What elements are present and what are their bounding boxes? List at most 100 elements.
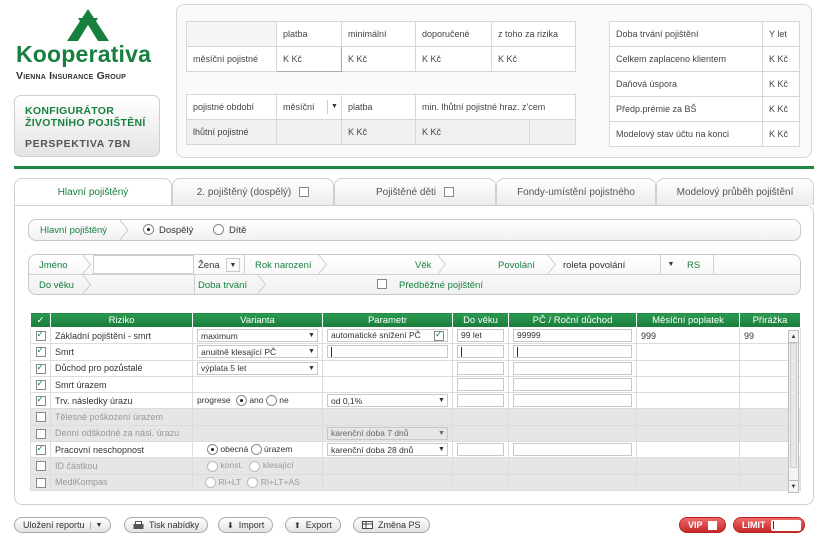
rs-label: RS — [687, 260, 701, 271]
pc-input[interactable] — [513, 378, 632, 392]
povolani-select[interactable]: roleta povolání — [563, 260, 625, 271]
tax-saving-label: Daňová úspora — [609, 71, 763, 97]
param-select[interactable]: karenční doba 7 dnů ▼ — [327, 426, 448, 440]
rok-narozeni-input[interactable] — [329, 255, 401, 274]
row-checkbox[interactable] — [35, 345, 46, 358]
scroll-thumb[interactable] — [790, 343, 797, 468]
radio-ne[interactable] — [265, 395, 277, 407]
pc-input[interactable]: 99999 — [513, 329, 632, 343]
header-poplatek: Měsíční poplatek — [636, 312, 740, 328]
tab-druhy-pojisteny[interactable]: 2. pojištěný (dospělý) — [172, 178, 334, 205]
row-checkbox[interactable] — [35, 461, 46, 472]
tab-checkbox[interactable] — [444, 187, 455, 197]
risk-name: Smrt úrazem — [50, 375, 193, 394]
row-checkbox[interactable] — [35, 428, 46, 439]
doba-trvani-input[interactable] — [268, 275, 368, 294]
risk-name: Důchod pro pozůstalé — [50, 359, 193, 377]
pohlavi-select[interactable]: Žena — [198, 260, 220, 271]
row-checkbox[interactable] — [35, 477, 46, 488]
chevron-down-icon[interactable]: ▼ — [665, 258, 677, 272]
vip-checkbox[interactable] — [707, 520, 717, 530]
param-select[interactable]: karenční doba 28 dnů ▼ — [327, 443, 448, 457]
change-ps-button[interactable]: Změna PS — [353, 517, 430, 533]
model-account-label: Modelový stav účtu na konci — [609, 121, 763, 147]
pc-input[interactable] — [513, 361, 632, 375]
scroll-up-icon[interactable]: ▲ — [789, 331, 798, 343]
radio-urazem[interactable] — [250, 444, 262, 456]
period-summary-table: pojistné období měsíční ▼ platba min. lhů… — [186, 94, 577, 145]
ri-lt-as-label: RI+LT+AS — [260, 476, 300, 487]
period-platba-label: platba — [341, 94, 416, 120]
monthly-platba-input[interactable]: K Kč — [276, 46, 342, 72]
param-field[interactable]: automatické snížení PČ — [327, 329, 448, 343]
print-offer-button[interactable]: Tisk nabídky — [124, 517, 209, 533]
table-scrollbar[interactable]: ▲ ▼ — [788, 330, 799, 493]
chevron-down-icon[interactable]: ▼ — [226, 258, 240, 272]
row-checkbox[interactable] — [35, 394, 46, 407]
age-input[interactable]: 99 let — [457, 329, 504, 343]
tab-hlavni-pojisteny[interactable]: Hlavní pojištěný — [14, 178, 172, 206]
limit-input[interactable] — [770, 519, 801, 531]
chevron-down-icon: ▼ — [308, 364, 315, 372]
radio-obecna[interactable] — [207, 444, 218, 456]
radio-dite[interactable] — [213, 224, 224, 235]
predbezne-checkbox[interactable] — [377, 279, 387, 289]
jmeno-input[interactable] — [93, 255, 194, 274]
variant-select[interactable]: maximum ▼ — [197, 329, 318, 343]
vip-button[interactable]: VIP — [679, 517, 726, 533]
table-row: MediKompas RI+LT RI+LT+AS — [30, 473, 801, 491]
variant-select[interactable]: výplata 5 let ▼ — [197, 361, 318, 375]
row-checkbox[interactable] — [35, 443, 46, 456]
monthly-recommended-value: K Kč — [415, 46, 492, 72]
age-input[interactable] — [457, 378, 504, 392]
tab-checkbox[interactable] — [299, 187, 310, 197]
risk-name: Tělesné poškození úrazem — [50, 408, 193, 426]
pc-input[interactable] — [513, 345, 632, 359]
variant-select[interactable]: anuitně klesající PČ ▼ — [197, 345, 318, 359]
duration-label: Doba trvání pojištění — [609, 21, 763, 47]
age-input[interactable] — [457, 345, 504, 359]
product-name: PERSPEKTIVA 7BN — [25, 138, 131, 150]
printer-icon — [133, 520, 144, 529]
radio-ri-lt-as[interactable] — [247, 476, 259, 488]
age-input[interactable] — [457, 394, 504, 408]
radio-konst[interactable] — [207, 460, 218, 472]
radio-dospely[interactable] — [143, 224, 154, 235]
radio-ri-lt[interactable] — [205, 476, 216, 488]
radio-klesajici[interactable] — [249, 460, 261, 472]
period-select[interactable]: měsíční ▼ — [276, 94, 342, 120]
row-checkbox[interactable] — [35, 329, 46, 341]
row-checkbox[interactable] — [35, 412, 46, 423]
breadcrumb-item[interactable]: Hlavní pojištěný — [40, 225, 107, 236]
monthly-premium-label: měsíční pojistné — [186, 46, 277, 72]
tab-modelovy-prubeh[interactable]: Modelový průběh pojištění — [656, 178, 814, 205]
select-all-header[interactable]: ✓ — [30, 312, 51, 328]
ano-label: ano — [249, 395, 264, 406]
vek-input[interactable] — [448, 255, 486, 274]
age-input[interactable] — [457, 361, 504, 375]
scroll-down-icon[interactable]: ▼ — [789, 480, 798, 492]
chevron-down-icon[interactable]: ▼ — [89, 521, 102, 529]
table-row: ID částkou konst. klesající — [30, 457, 801, 475]
tab-fondy[interactable]: Fondy-umístění pojistného — [496, 178, 656, 205]
radio-ano[interactable] — [235, 395, 247, 407]
pc-input[interactable] — [513, 443, 632, 457]
risk-table: ✓ Riziko Varianta Parametr Do věku PČ / … — [30, 312, 801, 491]
pc-input[interactable] — [513, 394, 632, 408]
limit-button[interactable]: LIMIT — [733, 517, 805, 533]
age-input[interactable] — [457, 443, 504, 457]
do-veku-input[interactable] — [93, 275, 194, 294]
tab-pojistene-deti[interactable]: Pojištěné děti — [334, 178, 496, 205]
save-report-button[interactable]: Uložení reportu ▼ — [14, 517, 112, 533]
chevron-down-icon: ▼ — [438, 397, 445, 405]
row-checkbox[interactable] — [35, 378, 46, 390]
row-checkbox[interactable] — [35, 362, 46, 374]
table-icon — [362, 521, 373, 529]
param-checkbox[interactable] — [434, 329, 444, 341]
export-button[interactable]: ⬆ Export — [285, 517, 341, 533]
col-za-rizika: z toho za rizika — [491, 21, 576, 47]
import-button[interactable]: ⬇ Import — [218, 517, 274, 533]
param-input[interactable] — [327, 345, 448, 359]
param-select[interactable]: od 0,1% ▼ — [327, 394, 448, 408]
lhutni-premium-label: lhůtní pojistné — [186, 119, 277, 145]
